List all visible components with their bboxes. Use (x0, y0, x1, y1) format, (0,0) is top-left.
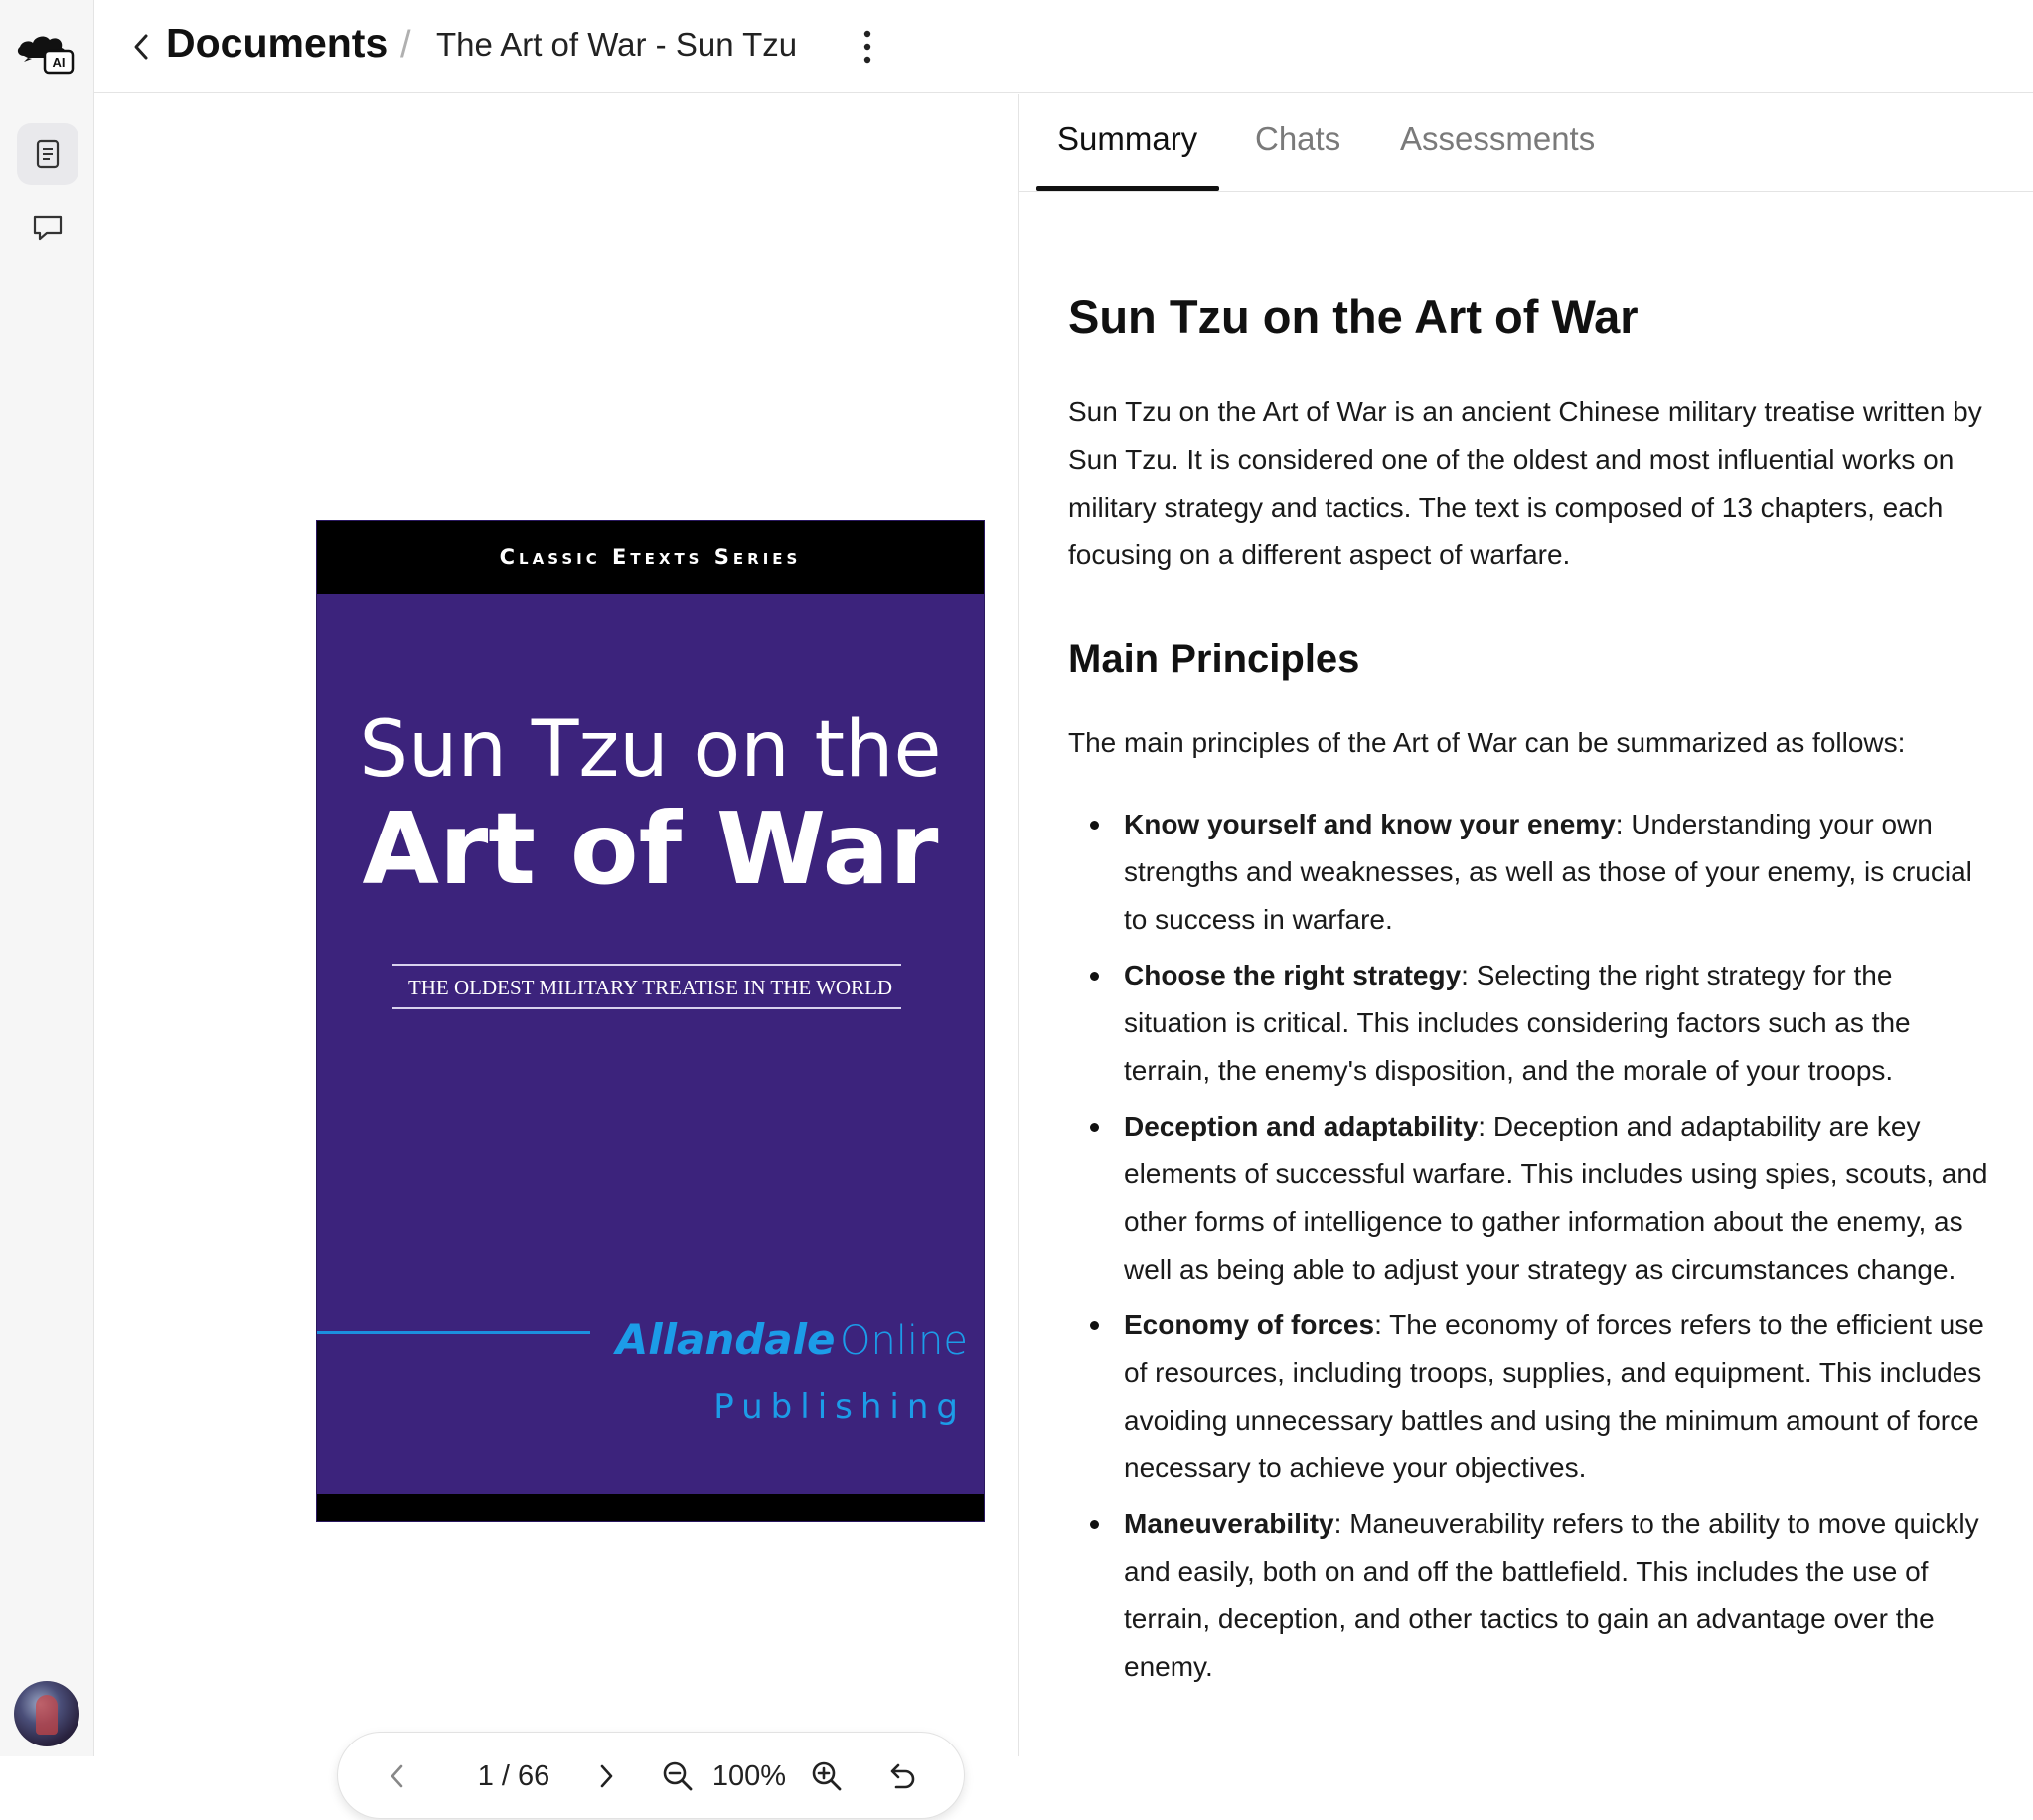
list-item: Economy of forces: The economy of forces… (1068, 1301, 2002, 1492)
page-toolbar: 1 / 66 100% (337, 1732, 965, 1819)
panel-tabs: Summary Chats Assessments (1019, 94, 2033, 192)
cover-bottom-bar (317, 1494, 984, 1521)
zoom-out-icon (663, 1761, 693, 1791)
kebab-menu-icon[interactable] (858, 28, 877, 68)
cover-rule-top (392, 964, 901, 966)
publisher-name-line2: Publishing (713, 1387, 966, 1427)
cover-series-label: Classic Etexts Series (499, 545, 802, 569)
previous-page-button[interactable] (378, 1733, 417, 1820)
chat-bubble-icon (33, 215, 63, 241)
cover-rule-bottom (392, 1007, 901, 1009)
active-tab-indicator (1036, 186, 1219, 191)
cover-subtitle: THE OLDEST MILITARY TREATISE IN THE WORL… (407, 976, 893, 999)
publisher-name-part2: Online (839, 1318, 968, 1364)
document-title: The Art of War - Sun Tzu (436, 26, 798, 63)
principle-term: Deception and adaptability (1124, 1111, 1479, 1142)
tab-summary[interactable]: Summary (1057, 120, 1197, 158)
summary-title: Sun Tzu on the Art of War (1068, 290, 1639, 343)
cover-publisher-line (317, 1331, 590, 1334)
principle-term: Choose the right strategy (1124, 960, 1462, 991)
rail-chats-button[interactable] (17, 197, 78, 258)
breadcrumb-documents-link[interactable]: Documents (166, 20, 388, 67)
principle-term: Know yourself and know your enemy (1124, 809, 1616, 840)
section-heading: Main Principles (1068, 637, 1360, 682)
logo-badge: AI (53, 55, 66, 70)
zoom-in-button[interactable] (805, 1733, 849, 1820)
rotate-undo-icon (890, 1763, 915, 1789)
list-item: Maneuverability: Maneuverability refers … (1068, 1500, 2002, 1691)
section-intro: The main principles of the Art of War ca… (1068, 727, 1906, 759)
next-page-button[interactable] (586, 1733, 626, 1820)
list-item: Know yourself and know your enemy: Under… (1068, 801, 2002, 944)
chevron-left-icon (391, 1764, 403, 1788)
breadcrumb-separator: / (400, 24, 411, 66)
cover-series-bar: Classic Etexts Series (317, 521, 984, 594)
summary-content: Sun Tzu on the Art of War Sun Tzu on the… (1068, 289, 2002, 1699)
side-panel: Summary Chats Assessments Sun Tzu on the… (1018, 94, 2033, 1756)
tab-chats[interactable]: Chats (1255, 120, 1340, 158)
book-cover-page: Classic Etexts Series Sun Tzu on the Art… (317, 521, 984, 1521)
principle-term: Maneuverability (1124, 1508, 1334, 1540)
tab-assessments[interactable]: Assessments (1400, 120, 1595, 158)
cloud-ai-logo-icon[interactable]: AI (16, 26, 78, 83)
cover-title-line2: Art of War (362, 791, 939, 907)
chevron-right-icon (600, 1764, 613, 1788)
cover-publisher-logo: Allandale Online (590, 1315, 968, 1364)
avatar[interactable] (14, 1681, 79, 1746)
page-total: / 66 (501, 1759, 550, 1792)
list-item: Deception and adaptability: Deception an… (1068, 1103, 2002, 1293)
list-item: Choose the right strategy: Selecting the… (1068, 952, 2002, 1095)
principle-term: Economy of forces (1124, 1309, 1375, 1341)
zoom-level: 100% (711, 1759, 787, 1792)
summary-intro: Sun Tzu on the Art of War is an ancient … (1068, 396, 1982, 571)
cover-title-line1: Sun Tzu on the (359, 705, 942, 795)
zoom-in-icon (812, 1761, 842, 1791)
publisher-name-part1: Allandale (615, 1315, 836, 1364)
left-rail: AI (0, 0, 94, 1756)
zoom-out-button[interactable] (656, 1733, 700, 1820)
current-page[interactable]: 1 (478, 1760, 494, 1793)
chevron-left-icon[interactable] (130, 30, 152, 64)
page-indicator[interactable]: 1 / 66 (459, 1733, 568, 1820)
principles-list: Know yourself and know your enemy: Under… (1068, 801, 2002, 1691)
document-icon (36, 139, 60, 169)
header: Documents / The Art of War - Sun Tzu (94, 0, 2033, 93)
document-viewer[interactable]: Classic Etexts Series Sun Tzu on the Art… (94, 94, 1018, 1819)
rail-documents-button[interactable] (17, 123, 78, 185)
reset-view-button[interactable] (879, 1733, 923, 1820)
